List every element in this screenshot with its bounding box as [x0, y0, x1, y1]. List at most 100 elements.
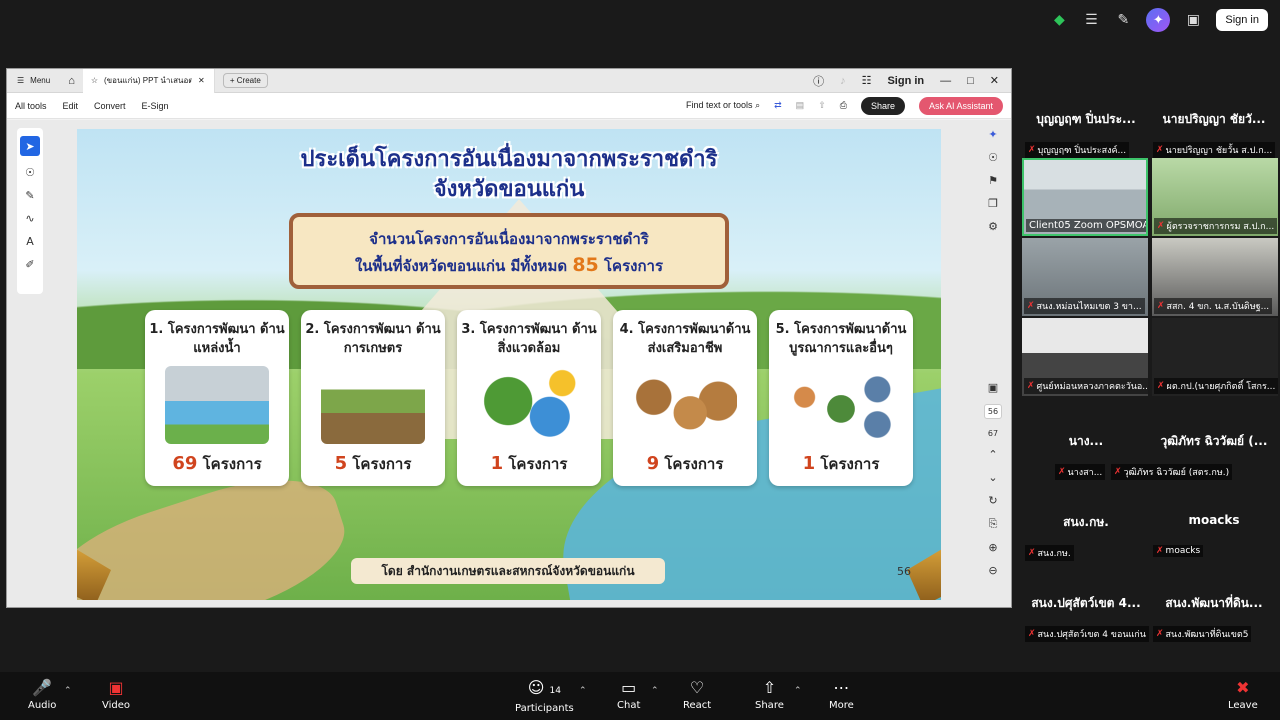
notes-icon[interactable]: ☰ — [1082, 11, 1100, 29]
tool-convert[interactable]: Convert — [94, 101, 126, 111]
participant-tag: Client05 Zoom OPSMOAC — [1026, 219, 1148, 232]
participant-name: สนง.ปศุสัตว์เขต 4... — [1031, 596, 1141, 610]
participant-tag-label: Client05 Zoom OPSMOAC — [1029, 220, 1148, 231]
project-card-occupation: 4. โครงการพัฒนาด้าน ส่งเสริมอาชีพ 9 โครง… — [613, 310, 757, 486]
card-title: 3. โครงการพัฒนา ด้านสิ่งแวดล้อม — [461, 322, 597, 356]
help-icon[interactable]: ⓘ — [813, 73, 824, 89]
save-icon[interactable]: ▤ — [796, 100, 805, 111]
video-tile-client05[interactable]: Client05 Zoom OPSMOAC — [1022, 158, 1148, 236]
highlight-pen-icon[interactable]: ✎ — [25, 189, 34, 202]
attachment-icon[interactable]: ⚙ — [988, 220, 998, 233]
participant-tag-label: สนง.ปศุสัตว์เขต 4 ขอนแก่น — [1037, 630, 1146, 640]
card-count-number: 69 — [172, 453, 198, 474]
apps-grid-icon[interactable]: ☷ — [862, 74, 872, 87]
share-screen-button[interactable]: ⇧ Share — [755, 678, 784, 712]
bookmark-icon[interactable]: ⚑ — [988, 174, 998, 187]
participants-caret-icon[interactable]: ⌃ — [579, 686, 587, 696]
shield-icon[interactable]: ◆ — [1050, 11, 1068, 29]
page-down-icon[interactable]: ⌄ — [988, 471, 997, 484]
select-cursor-icon[interactable]: ➤ — [20, 136, 40, 156]
ask-ai-assistant-button[interactable]: Ask AI Assistant — [918, 96, 1003, 115]
camera-off-icon: ▣ — [108, 678, 124, 697]
audio-options-caret-icon[interactable]: ⌃ — [64, 686, 72, 696]
zoom-in-icon[interactable]: ⊕ — [988, 541, 997, 554]
video-button[interactable]: ▣ Video — [102, 678, 130, 712]
current-page-input[interactable]: 56 — [983, 404, 1003, 419]
translate-icon[interactable]: ⇄ — [774, 100, 782, 111]
participant-tag: ✗ สนง.หม่อนไหมเขต 3 ขา... — [1024, 298, 1145, 314]
ai-companion-icon[interactable]: ✦ — [1146, 8, 1171, 32]
acrobat-sign-in-link[interactable]: Sign in — [887, 75, 924, 87]
document-tab[interactable]: ☆ (ขอนแก่น) PPT นำเสนอตรว... ✕ — [82, 68, 215, 93]
card-title: 5. โครงการพัฒนาด้าน บูรณาการและอื่นๆ — [775, 322, 907, 356]
comment-icon[interactable]: ☉ — [25, 166, 35, 179]
zoom-sign-in-button[interactable]: Sign in — [1216, 9, 1268, 31]
create-button[interactable]: + Create — [222, 73, 268, 88]
chat-button[interactable]: ▭ Chat — [617, 680, 640, 712]
present-icon[interactable]: ▣ — [988, 381, 998, 394]
muted-mic-icon: ✗ — [1156, 546, 1164, 556]
zoom-out-icon[interactable]: ⊖ — [988, 564, 997, 577]
participants-button[interactable]: ☺ 14 Participants — [515, 680, 574, 715]
card-count-unit: โครงการ — [508, 455, 568, 473]
tool-all-tools[interactable]: All tools — [15, 101, 47, 111]
text-box-icon[interactable]: A — [26, 235, 34, 248]
tractor-field-icon — [321, 366, 425, 444]
chat-caret-icon[interactable]: ⌃ — [651, 686, 659, 696]
leave-button[interactable]: ✖ Leave — [1228, 680, 1258, 712]
participant-tag: ✗ สนง.กษ. — [1025, 545, 1074, 561]
minimize-icon[interactable]: — — [940, 75, 951, 87]
find-text-tools[interactable]: Find text or tools ⌕ — [686, 100, 760, 111]
comment-rail-icon[interactable]: ☉ — [988, 151, 998, 164]
share-caret-icon[interactable]: ⌃ — [794, 686, 802, 696]
acrobat-toolbar: All tools Edit Convert E-Sign Find text … — [7, 93, 1011, 119]
create-label: Create — [236, 76, 261, 85]
star-icon[interactable]: ☆ — [91, 76, 98, 85]
document-viewport[interactable]: ➤ ☉ ✎ ∿ A ✐ ประเด็นโครงการอันเนื่องมาจาก… — [7, 120, 1011, 607]
presentation-slide: ประเด็นโครงการอันเนื่องมาจากพระราชดำริ จ… — [77, 129, 941, 600]
page-up-icon[interactable]: ⌃ — [988, 448, 997, 461]
draw-icon[interactable]: ∿ — [25, 212, 34, 225]
video-tile-silk-office[interactable]: ✗ สนง.หม่อนไหมเขต 3 ขา... — [1022, 238, 1148, 316]
participant-tag-label: สนง.หม่อนไหมเขต 3 ขา... — [1036, 302, 1142, 312]
menu-label: Menu — [30, 76, 51, 85]
card-count: 9 โครงการ — [647, 452, 724, 476]
more-button[interactable]: ⋯ More — [829, 680, 854, 712]
react-button[interactable]: ♡ React — [683, 680, 711, 712]
share-screen-icon: ⇧ — [762, 678, 777, 697]
extract-icon[interactable]: ⎘ — [989, 517, 998, 531]
layout-icon[interactable]: ▣ — [1184, 11, 1202, 29]
card-count: 69 โครงการ — [172, 452, 261, 476]
copy-icon[interactable]: ❐ — [988, 197, 998, 210]
participant-tag: ✗ สสก. 4 ขก. น.ส.บันดิษฐ... — [1154, 298, 1273, 314]
stamp-icon[interactable]: ✐ — [25, 258, 34, 271]
tree-globe-icon — [477, 366, 581, 444]
maximize-icon[interactable]: □ — [967, 75, 974, 87]
close-window-icon[interactable]: ✕ — [990, 74, 999, 87]
video-tile-pt-kp[interactable]: ✗ ผต.กป.(นายศุภกิตติ์ โสกร... — [1152, 318, 1278, 396]
home-icon[interactable]: ⌂ — [60, 75, 83, 87]
participant-tag: ✗ moacks — [1153, 545, 1204, 557]
participant-name: moacks — [1188, 513, 1240, 527]
card-count: 1 โครงการ — [803, 452, 880, 476]
close-tab-icon[interactable]: ✕ — [198, 76, 205, 85]
acrobat-menu-button[interactable]: ☰ Menu — [7, 76, 60, 85]
muted-mic-icon: ✗ — [1156, 629, 1164, 639]
tool-esign[interactable]: E-Sign — [142, 101, 169, 111]
whiteboard-pen-icon[interactable]: ✎ — [1114, 11, 1132, 29]
tool-edit[interactable]: Edit — [63, 101, 79, 111]
card-count-number: 9 — [646, 453, 660, 474]
video-tile-royal-center[interactable]: ✗ ศูนย์หม่อนหลวงภาคตะวันอ... — [1022, 318, 1148, 396]
print-icon[interactable]: ⎙ — [840, 100, 847, 111]
bell-icon[interactable]: ♪ — [840, 75, 846, 87]
acrobat-share-button[interactable]: Share — [860, 96, 905, 115]
video-tile-sasko4[interactable]: ✗ สสก. 4 ขก. น.ส.บันดิษฐ... — [1152, 238, 1278, 316]
upload-icon[interactable]: ⇧ — [818, 100, 826, 111]
acrobat-title-bar: ☰ Menu ⌂ ☆ (ขอนแก่น) PPT นำเสนอตรว... ✕ … — [7, 68, 1011, 93]
video-tile-inspector[interactable]: ✗ ผู้ตรวจราชการกรม ส.ป.ก... — [1152, 158, 1278, 236]
ai-sparkle-icon[interactable]: ✦ — [988, 128, 997, 141]
muted-mic-icon: ✗ — [1028, 145, 1036, 155]
rotate-icon[interactable]: ↻ — [988, 494, 997, 507]
participant-tag-label: บุญญฤฑ ปิ่นประสงค์... — [1037, 146, 1127, 156]
audio-button[interactable]: 🎤 Audio — [28, 680, 56, 712]
